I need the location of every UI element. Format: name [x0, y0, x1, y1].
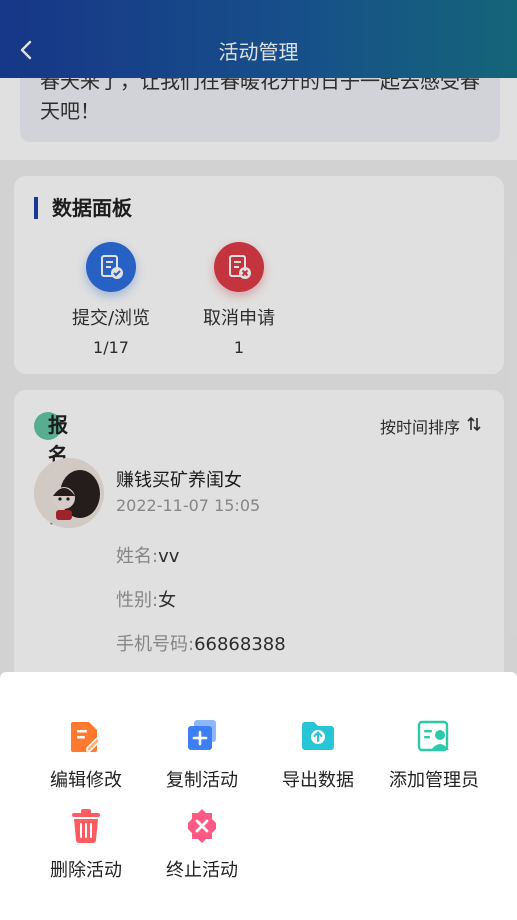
action-label: 复制活动: [166, 770, 238, 791]
stop-icon: [182, 806, 222, 846]
copy-activity-button[interactable]: 复制活动: [144, 716, 260, 792]
action-label: 编辑修改: [50, 770, 122, 791]
add-admin-icon: [414, 716, 454, 756]
terminate-activity-button[interactable]: 终止活动: [144, 806, 260, 882]
action-label: 删除活动: [50, 860, 122, 881]
edit-icon: [66, 716, 106, 756]
action-label: 添加管理员: [389, 770, 479, 791]
add-admin-button[interactable]: 添加管理员: [376, 716, 492, 792]
action-label: 导出数据: [282, 770, 354, 791]
export-data-button[interactable]: 导出数据: [260, 716, 376, 792]
export-folder-icon: [298, 716, 338, 756]
trash-icon: [66, 806, 106, 846]
delete-activity-button[interactable]: 删除活动: [28, 806, 144, 882]
copy-icon: [182, 716, 222, 756]
action-sheet: 编辑修改 复制活动 导出数据 添加管理员 删除活动 终止活动: [0, 672, 517, 920]
action-label: 终止活动: [166, 860, 238, 881]
edit-button[interactable]: 编辑修改: [28, 716, 144, 792]
